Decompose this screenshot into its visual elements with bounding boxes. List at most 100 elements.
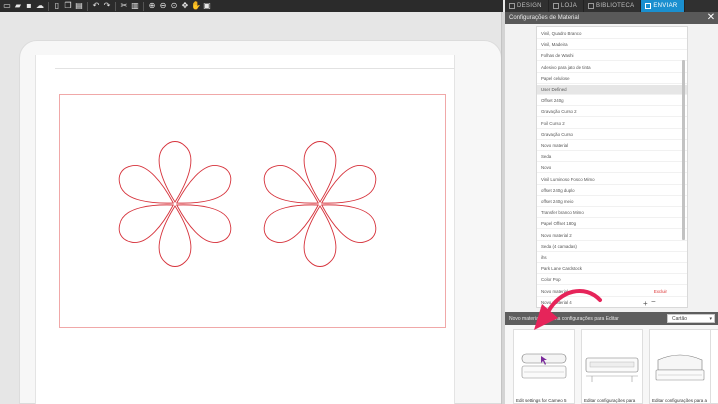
cutter-icon (655, 354, 705, 381)
chevron-down-icon: ▾ (709, 316, 712, 322)
plotter-icon (585, 357, 639, 382)
close-icon[interactable]: ✕ (706, 13, 716, 23)
material-name: User Defined (541, 87, 567, 92)
material-name: Novo material 4 (541, 299, 572, 305)
material-list-item[interactable]: Transfer branco Mimo (537, 208, 687, 219)
toolbar-divider (143, 1, 144, 11)
copy-icon[interactable]: ❐ (63, 1, 73, 11)
material-name: Folhas de Washi (541, 53, 574, 59)
store-icon (552, 3, 559, 9)
silhouette-studio-window: ▭ ▰ ▪ ☁ ▯ ❐ ▤ ↶ ↷ ✂ ▥ ⊕ ⊖ ⊙ ✥ ✋ ▣ DESIGN… (0, 0, 718, 404)
material-list-item[interactable]: Adesivo para jato de tinta (537, 63, 687, 73)
delete-material-link[interactable]: Excluir (654, 287, 667, 296)
material-list-item[interactable]: Novo material 4 (537, 298, 687, 307)
material-list-item[interactable]: Folhas de Washi (537, 51, 687, 62)
material-list-item[interactable]: Offset 240g (537, 96, 687, 107)
machine-selector: Edit settings for Cameo 5 Editar configu… (505, 325, 718, 404)
material-list-item[interactable]: Papel celulose (537, 74, 687, 84)
material-name: Gravação Curso 2 (541, 109, 577, 115)
toolbar-divider (48, 1, 49, 11)
material-list-item[interactable]: Novo material Excluir (537, 287, 687, 297)
tab-design[interactable]: DESIGN (505, 0, 549, 12)
material-list-item[interactable]: Novo material 2 (537, 231, 687, 241)
material-list[interactable]: Vinil, Quadro Branco Vinil, Madeira Folhas… (536, 26, 688, 308)
material-type-select[interactable]: Cartão ▾ (667, 314, 715, 323)
tab-label: BIBLIOTECA (596, 3, 635, 9)
material-name: Transfer branco Mimo (541, 210, 584, 216)
material-list-item[interactable]: Vinil, Quadro Branco (537, 29, 687, 39)
undo-icon[interactable]: ↶ (91, 1, 101, 11)
new-file-icon[interactable]: ▭ (2, 1, 12, 11)
send-icon (645, 3, 652, 9)
material-list-item[interactable]: Gravação Curso (537, 130, 687, 140)
add-material-button[interactable]: + (643, 299, 648, 308)
material-name: Foil Curso 2 (541, 120, 565, 126)
machine-card-4[interactable] (710, 329, 718, 404)
material-list-item[interactable]: Novo material (537, 141, 687, 151)
machine-caption: Editar configurações para a (652, 398, 708, 403)
fit-page-icon[interactable]: ▣ (202, 1, 212, 11)
zoom-out-icon[interactable]: ⊖ (158, 1, 168, 11)
pan-icon[interactable]: ✋ (191, 1, 201, 11)
material-list-item[interactable]: ihs (537, 253, 687, 263)
zoom-fit-icon[interactable]: ⊙ (169, 1, 179, 11)
tab-biblioteca[interactable]: BIBLIOTECA (584, 0, 642, 12)
library-icon (588, 3, 595, 9)
select-icon[interactable]: ▥ (130, 1, 140, 11)
zoom-in-icon[interactable]: ⊕ (147, 1, 157, 11)
tab-label: DESIGN (517, 3, 542, 9)
material-edit-label: Novo material: Escolha configurações par… (509, 315, 619, 322)
tab-loja[interactable]: LOJA (549, 0, 585, 12)
material-list-item[interactable]: offset 240g duplo (537, 186, 687, 196)
cloud-save-icon[interactable]: ☁ (35, 1, 45, 11)
material-list-item[interactable]: Park Lane Cardstock (537, 264, 687, 275)
material-name: ihs (541, 255, 547, 260)
save-icon[interactable]: ▪ (24, 1, 34, 11)
material-list-item[interactable]: Foil Curso 2 (537, 119, 687, 129)
material-list-scrollbar[interactable] (682, 60, 685, 240)
material-name: Papel celulose (541, 75, 570, 81)
flower-left[interactable] (112, 141, 238, 267)
material-list-item[interactable]: Vinil, Madeira (537, 40, 687, 51)
material-name: Novo material (541, 143, 569, 148)
page-edge (55, 68, 455, 69)
flower-designs[interactable] (110, 138, 390, 270)
material-list-item[interactable]: Seda (4 camadas) (537, 242, 687, 252)
material-list-item[interactable]: Novo (537, 163, 687, 174)
cameo5-icon (521, 353, 567, 379)
cut-icon[interactable]: ✂ (119, 1, 129, 11)
machine-card-cameo5[interactable]: Edit settings for Cameo 5 (513, 329, 575, 404)
toolbar-divider (115, 1, 116, 11)
toolbar-divider (87, 1, 88, 11)
material-list-item[interactable]: Seda (537, 152, 687, 163)
material-list-item[interactable]: Gravação Curso 2 (537, 107, 687, 118)
material-name: Seda (4 camadas) (541, 243, 577, 249)
material-list-item[interactable]: Color Pop (537, 275, 687, 286)
material-name: Adesivo para jato de tinta (541, 64, 591, 70)
flower-right[interactable] (257, 141, 383, 267)
machine-card-2[interactable]: Editar configurações para (581, 329, 643, 404)
material-name: Novo (541, 165, 552, 171)
panel-title: Configurações de Material (505, 12, 718, 24)
paste-icon[interactable]: ▤ (74, 1, 84, 11)
machine-caption: Editar configurações para (584, 398, 636, 403)
remove-material-button[interactable]: − (651, 297, 656, 306)
material-name: Gravação Curso (541, 131, 573, 137)
material-name: Papel Offset 180g (541, 221, 577, 227)
material-name: Novo material 2 (541, 232, 572, 238)
machine-card-3[interactable]: Editar configurações para a (649, 329, 711, 404)
material-list-item[interactable]: offset 240g meio (537, 197, 687, 207)
redo-icon[interactable]: ↷ (102, 1, 112, 11)
material-list-item[interactable]: User Defined (537, 85, 687, 95)
machine-caption: Edit settings for Cameo 5 (516, 398, 567, 403)
material-list-item[interactable]: Papel Offset 180g (537, 219, 687, 230)
send-panel: DESIGN LOJA BIBLIOTECA ENVIAR Configuraç… (505, 0, 718, 404)
material-list-item[interactable]: Vinil Luminoso Fosco Mimo (537, 175, 687, 185)
open-folder-icon[interactable]: ▰ (13, 1, 23, 11)
tab-enviar[interactable]: ENVIAR (641, 0, 685, 12)
tab-label: ENVIAR (653, 3, 678, 9)
zoom-drag-icon[interactable]: ✥ (180, 1, 190, 11)
material-name: Vinil, Madeira (541, 42, 568, 48)
material-name: Color Pop (541, 277, 561, 283)
delete-icon[interactable]: ▯ (52, 1, 62, 11)
